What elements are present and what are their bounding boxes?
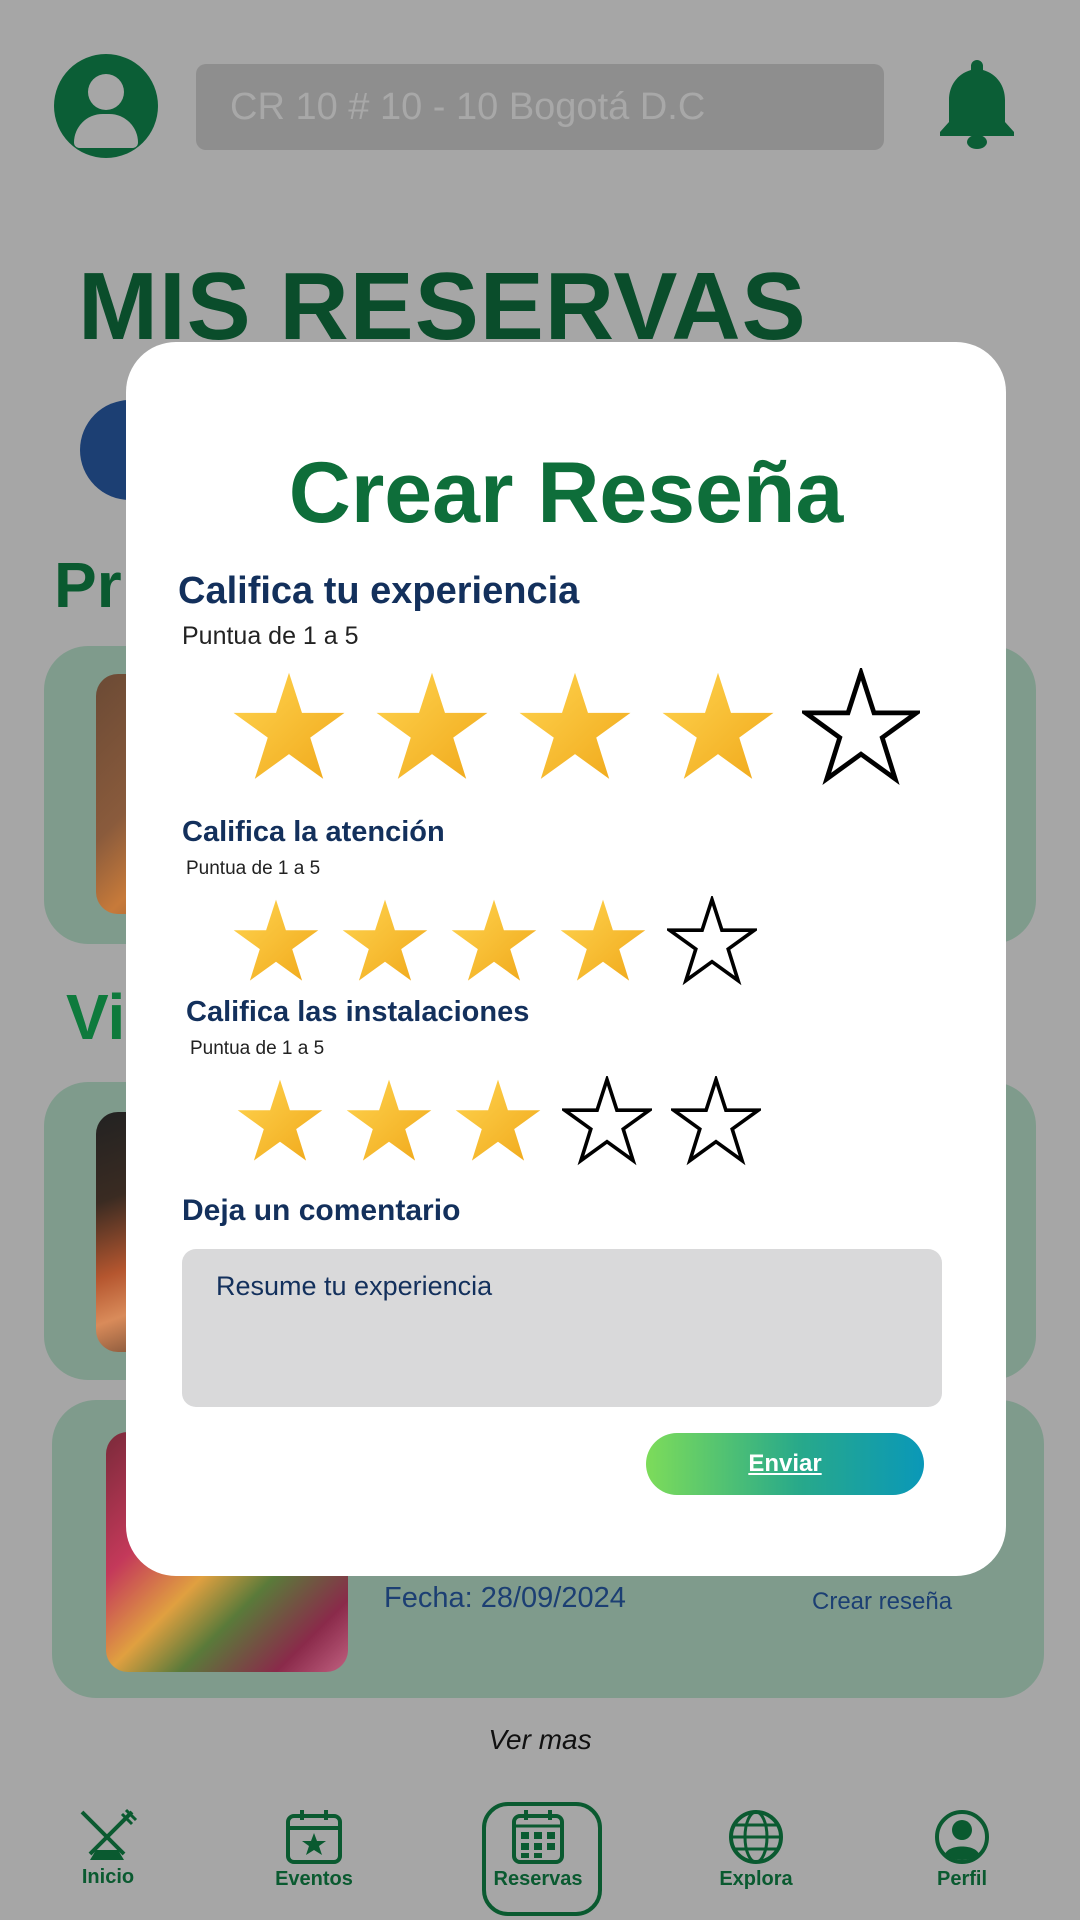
- reservation-date: Fecha: 28/09/2024: [384, 1582, 626, 1614]
- comment-input[interactable]: [182, 1249, 942, 1407]
- nav-item-reservas[interactable]: Reservas: [478, 1808, 598, 1891]
- star-filled-icon[interactable]: [453, 1076, 543, 1166]
- avatar[interactable]: [54, 54, 158, 158]
- review-modal: Crear Reseña Califica tu experiencia Pun…: [126, 342, 1006, 1576]
- star-empty-icon[interactable]: [667, 896, 757, 986]
- submit-button[interactable]: Enviar: [646, 1433, 924, 1495]
- rating-title-experience: Califica tu experiencia: [178, 570, 580, 612]
- star-filled-icon[interactable]: [340, 896, 430, 986]
- star-filled-icon[interactable]: [516, 668, 634, 786]
- star-filled-icon[interactable]: [449, 896, 539, 986]
- nav-label: Eventos: [275, 1868, 353, 1890]
- star-rating-experience[interactable]: [230, 668, 920, 786]
- rating-title-service: Califica la atención: [182, 816, 445, 848]
- star-filled-icon[interactable]: [373, 668, 491, 786]
- nav-label: Perfil: [936, 1868, 988, 1890]
- nav-item-explora[interactable]: Explora: [696, 1808, 816, 1891]
- nav-item-inicio[interactable]: Inicio: [48, 1808, 168, 1889]
- section-heading-fragment: Vi: [66, 981, 126, 1053]
- star-filled-icon[interactable]: [235, 1076, 325, 1166]
- avatar-head: [88, 74, 124, 110]
- nav-item-eventos[interactable]: Eventos: [254, 1808, 374, 1891]
- nav-label: Reservas: [493, 1868, 583, 1890]
- utensils-icon: [80, 1808, 138, 1860]
- nav-label: Inicio: [81, 1866, 135, 1888]
- user-circle-icon: [935, 1810, 989, 1864]
- rating-subtitle: Puntua de 1 a 5: [186, 858, 321, 879]
- star-filled-icon[interactable]: [558, 896, 648, 986]
- section-heading-fragment: Pr: [54, 549, 122, 621]
- avatar-body: [74, 114, 138, 148]
- create-review-link[interactable]: Crear reseña: [812, 1588, 952, 1616]
- nav-label: Explora: [719, 1868, 793, 1890]
- bell-icon[interactable]: [936, 56, 1018, 150]
- rating-title-facilities: Califica las instalaciones: [186, 996, 530, 1028]
- star-rating-facilities[interactable]: [235, 1076, 761, 1166]
- star-filled-icon[interactable]: [231, 896, 321, 986]
- star-filled-icon[interactable]: [230, 668, 348, 786]
- star-empty-icon[interactable]: [562, 1076, 652, 1166]
- comment-label: Deja un comentario: [182, 1194, 461, 1227]
- star-filled-icon[interactable]: [344, 1076, 434, 1166]
- star-filled-icon[interactable]: [659, 668, 777, 786]
- star-rating-service[interactable]: [231, 896, 757, 986]
- star-empty-icon[interactable]: [671, 1076, 761, 1166]
- see-more-link[interactable]: Ver mas: [0, 1724, 1080, 1756]
- star-empty-icon[interactable]: [802, 668, 920, 786]
- calendar-star-icon: [286, 1810, 342, 1864]
- address-field[interactable]: CR 10 # 10 - 10 Bogotá D.C: [196, 64, 884, 150]
- calendar-grid-icon: [512, 1810, 564, 1864]
- globe-icon: [729, 1810, 783, 1864]
- modal-title: Crear Reseña: [288, 445, 844, 541]
- nav-item-perfil[interactable]: Perfil: [902, 1808, 1022, 1891]
- rating-subtitle: Puntua de 1 a 5: [182, 622, 359, 650]
- rating-subtitle: Puntua de 1 a 5: [190, 1038, 325, 1059]
